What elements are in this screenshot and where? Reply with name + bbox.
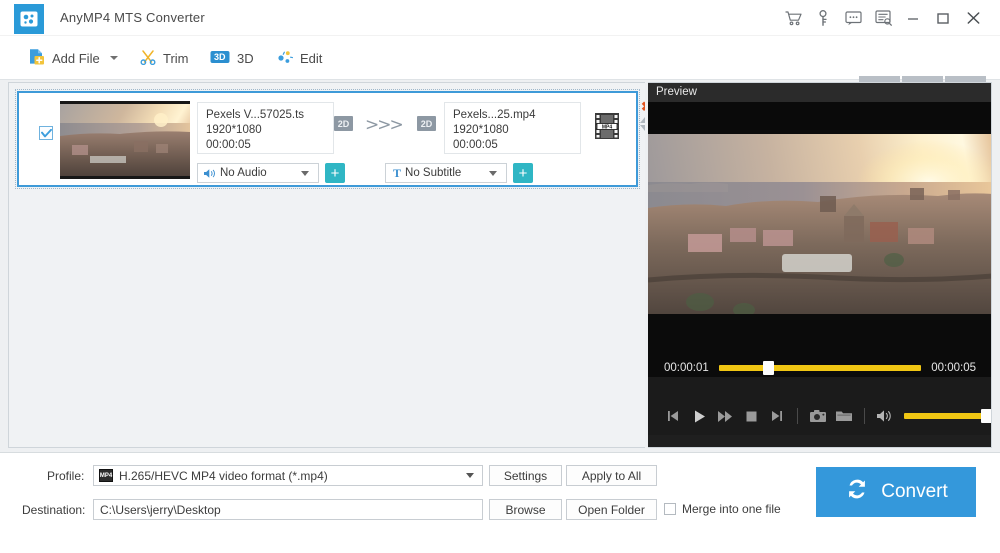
preview-title: Preview (648, 83, 992, 102)
subtitle-track-select[interactable]: T No Subtitle (385, 163, 507, 183)
trim-label: Trim (163, 51, 189, 66)
title-bar: AnyMP4 MTS Converter (0, 0, 1000, 36)
destination-value: C:\Users\jerry\Desktop (94, 503, 221, 517)
audio-track-select[interactable]: No Audio (197, 163, 319, 183)
merge-label: Merge into one file (682, 502, 781, 516)
open-folder-button[interactable] (831, 401, 857, 431)
destination-input[interactable]: C:\Users\jerry\Desktop (93, 499, 483, 520)
add-audio-button[interactable]: + (325, 163, 345, 183)
svg-text:3D: 3D (214, 52, 226, 62)
mp4-format-icon: MP4 (99, 469, 113, 482)
add-file-button[interactable]: Add File (28, 46, 118, 70)
source-duration: 00:00:05 (206, 138, 333, 153)
preview-panel: Preview (648, 82, 992, 448)
audio-icon (203, 168, 216, 179)
register-form-icon[interactable] (868, 0, 898, 36)
target-resolution: 1920*1080 (453, 123, 580, 138)
key-icon[interactable] (808, 0, 838, 36)
edit-label: Edit (300, 51, 322, 66)
source-filename: Pexels V...57025.ts (206, 108, 333, 123)
preview-video[interactable] (648, 130, 992, 320)
volume-handle[interactable] (981, 409, 992, 423)
three-d-label: 3D (237, 51, 254, 66)
volume-slider[interactable] (904, 413, 992, 419)
merge-checkbox-box[interactable] (664, 503, 676, 515)
previous-button[interactable] (660, 401, 686, 431)
svg-text:MP4: MP4 (602, 124, 613, 130)
snapshot-button[interactable] (805, 401, 831, 431)
window-title: AnyMP4 MTS Converter (60, 10, 205, 25)
chevron-down-icon (489, 171, 497, 176)
browse-button[interactable]: Browse (489, 499, 562, 520)
total-time: 00:00:05 (931, 362, 976, 374)
scissors-icon (140, 49, 156, 68)
divider (797, 408, 798, 424)
toolbar: Add File Trim 3D 3D (0, 36, 1000, 80)
close-icon[interactable] (958, 0, 988, 36)
convert-button[interactable]: Convert (816, 467, 976, 517)
three-d-icon: 3D (210, 50, 230, 67)
trim-button[interactable]: Trim (140, 46, 189, 70)
app-window: AnyMP4 MTS Converter (0, 0, 1000, 553)
cart-icon[interactable] (778, 0, 808, 36)
profile-label: Profile: (47, 469, 84, 483)
next-button[interactable] (764, 401, 790, 431)
edit-button[interactable]: Edit (277, 46, 322, 70)
three-d-button[interactable]: 3D 3D (210, 46, 254, 70)
file-select-checkbox[interactable] (39, 126, 53, 140)
player-controls (648, 396, 992, 436)
open-folder-button[interactable]: Open Folder (566, 499, 657, 520)
output-format-icon[interactable]: MP4 (592, 111, 622, 146)
move-down-icon[interactable] (640, 125, 645, 131)
audio-track-value: No Audio (216, 167, 301, 179)
table-row[interactable]: Pexels V...57025.ts 1920*1080 00:00:05 2… (17, 91, 638, 187)
reorder-arrows[interactable] (640, 117, 645, 131)
chevron-down-icon (301, 171, 309, 176)
apply-to-all-button[interactable]: Apply to All (566, 465, 657, 486)
minimize-icon[interactable] (898, 0, 928, 36)
source-file-info: Pexels V...57025.ts 1920*1080 00:00:05 (197, 102, 334, 154)
settings-button[interactable]: Settings (489, 465, 562, 486)
magic-wand-icon (277, 49, 293, 68)
destination-label: Destination: (22, 503, 85, 517)
seek-handle[interactable] (763, 361, 774, 375)
app-logo-icon (14, 4, 44, 34)
video-thumbnail (60, 101, 190, 179)
add-subtitle-button[interactable]: + (513, 163, 533, 183)
divider (864, 408, 865, 424)
merge-into-one-file-checkbox[interactable]: Merge into one file (664, 502, 781, 516)
profile-select[interactable]: MP4 H.265/HEVC MP4 video format (*.mp4) (93, 465, 483, 486)
feedback-icon[interactable] (838, 0, 868, 36)
chevron-down-icon (110, 56, 118, 60)
chevron-down-icon (466, 473, 474, 478)
remove-file-button[interactable]: ✖ (641, 101, 645, 113)
seek-bar-row: 00:00:01 00:00:05 (648, 355, 992, 381)
file-list-panel: Pexels V...57025.ts 1920*1080 00:00:05 2… (8, 82, 645, 448)
source-dimension-badge: 2D (334, 116, 353, 131)
profile-value: H.265/HEVC MP4 video format (*.mp4) (113, 469, 328, 483)
window-control-group (778, 0, 988, 36)
subtitle-track-value: No Subtitle (401, 167, 489, 179)
conversion-arrow-icon: >>> (365, 115, 402, 135)
target-dimension-badge: 2D (417, 116, 436, 131)
target-duration: 00:00:05 (453, 138, 580, 153)
move-up-icon[interactable] (640, 117, 645, 123)
convert-label: Convert (881, 481, 948, 503)
stop-button[interactable] (738, 401, 764, 431)
add-file-icon (28, 48, 45, 68)
target-file-info: Pexels...25.mp4 1920*1080 00:00:05 (444, 102, 581, 154)
seek-slider[interactable] (719, 365, 921, 371)
convert-icon (844, 476, 870, 508)
fast-forward-button[interactable] (712, 401, 738, 431)
volume-button[interactable] (872, 401, 898, 431)
target-filename: Pexels...25.mp4 (453, 108, 580, 123)
preview-letterbox (648, 102, 992, 130)
maximize-icon[interactable] (928, 0, 958, 36)
current-time: 00:00:01 (664, 362, 709, 374)
subtitle-text-icon: T (393, 166, 401, 181)
play-button[interactable] (686, 401, 712, 431)
add-file-label: Add File (52, 51, 100, 66)
preview-footer (648, 435, 992, 447)
source-resolution: 1920*1080 (206, 123, 333, 138)
